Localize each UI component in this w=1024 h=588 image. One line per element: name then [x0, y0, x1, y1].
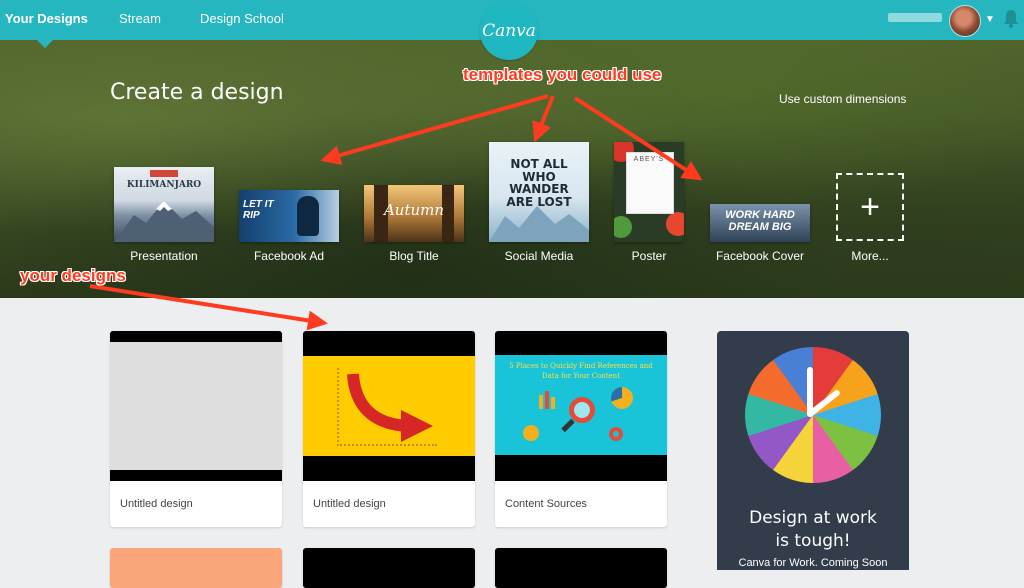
template-presentation[interactable]: KILIMANJARO Presentation — [94, 40, 234, 270]
design-card-4[interactable] — [110, 548, 282, 588]
template-facebook-ad[interactable]: LET IT RIP Facebook Ad — [219, 40, 359, 270]
chevron-down-icon[interactable]: ▼ — [985, 14, 995, 25]
nav-design-school[interactable]: Design School — [200, 11, 284, 26]
promo-title-line-2: is tough! — [775, 531, 851, 551]
design-card-6[interactable] — [495, 548, 667, 588]
design-card-5[interactable] — [303, 548, 475, 588]
user-name-blurred — [888, 13, 942, 22]
annotation-templates: templates you could use — [463, 65, 662, 84]
blog-title-thumbnail: Autumn — [364, 185, 464, 242]
promo-subtitle: Canva for Work. Coming Soon — [738, 557, 888, 569]
promo-title-line-1: Design at work — [749, 508, 877, 528]
facebook-ad-thumbnail: LET IT RIP — [239, 190, 339, 242]
presentation-thumbnail: KILIMANJARO — [114, 167, 214, 242]
canva-for-work-promo[interactable]: Design at work is tough! Canva for Work.… — [717, 331, 909, 570]
design-thumbnail: 5 Places to Quickly Find References and … — [495, 331, 667, 481]
content-sources-thumbnail-text: 5 Places to Quickly Find References and … — [509, 362, 653, 380]
colorful-clock-graphic — [745, 347, 881, 483]
design-title: Content Sources — [505, 498, 587, 510]
template-label-blog-title: Blog Title — [389, 249, 439, 263]
template-label-more[interactable]: More... — [800, 249, 940, 263]
design-card-2[interactable]: Untitled design — [303, 331, 475, 527]
poster-thumbnail: ABEY'S — [614, 142, 684, 242]
template-facebook-cover[interactable]: WORK HARD DREAM BIG Facebook Cover — [690, 40, 830, 270]
promo-title: Design at work is tough! — [717, 507, 909, 553]
arrow-graphic — [347, 373, 433, 442]
facebook-cover-thumbnail: WORK HARD DREAM BIG — [710, 204, 810, 242]
social-media-thumbnail-text: NOT ALL WHO WANDER ARE LOST — [506, 157, 572, 209]
active-tab-indicator — [37, 40, 53, 48]
canva-logo[interactable]: Canva — [480, 2, 538, 60]
poster-thumbnail-text: ABEY'S — [633, 156, 665, 163]
template-label-presentation: Presentation — [130, 249, 198, 263]
nav-your-designs[interactable]: Your Designs — [5, 11, 88, 26]
design-card-1[interactable]: Untitled design — [110, 331, 282, 527]
plus-icon: + — [860, 187, 880, 226]
template-label-facebook-ad: Facebook Ad — [253, 249, 325, 263]
user-avatar[interactable] — [949, 5, 981, 37]
design-title: Untitled design — [313, 498, 386, 510]
facebook-ad-thumbnail-text: LET IT RIP — [243, 199, 274, 221]
bell-icon[interactable] — [1003, 9, 1019, 29]
design-thumbnail — [303, 331, 475, 481]
blog-title-thumbnail-text: Autumn — [383, 201, 445, 219]
presentation-thumbnail-text: KILIMANJARO — [126, 180, 202, 190]
design-card-3[interactable]: 5 Places to Quickly Find References and … — [495, 331, 667, 527]
more-templates-button[interactable]: + — [836, 173, 904, 241]
social-media-thumbnail: NOT ALL WHO WANDER ARE LOST — [489, 142, 589, 242]
nav-stream[interactable]: Stream — [119, 11, 161, 26]
design-thumbnail — [110, 331, 282, 481]
facebook-cover-thumbnail-text: WORK HARD DREAM BIG — [725, 209, 795, 233]
design-title: Untitled design — [120, 498, 193, 510]
annotation-your-designs: your designs — [20, 266, 126, 285]
